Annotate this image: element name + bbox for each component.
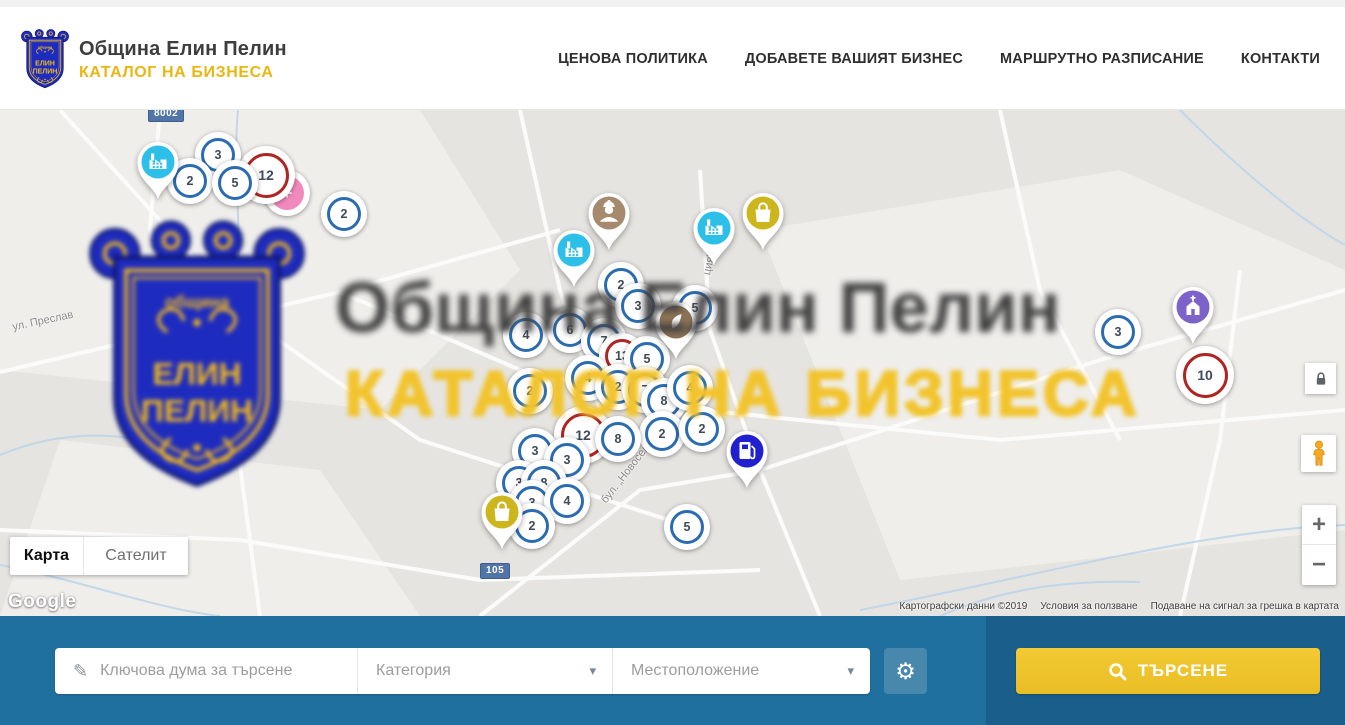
map-attribution: Картографски данни ©2019 Условия за ползв… [886,601,1339,612]
cluster-marker[interactable]: 5 [664,504,710,550]
nav-pricing-policy[interactable]: ЦЕНОВА ПОЛИТИКА [558,51,708,67]
shopping-bag-pin[interactable] [475,488,529,557]
lock-button[interactable] [1305,363,1336,394]
location-dropdown[interactable]: Местоположение ▾ [612,648,870,694]
search-icon [1108,662,1127,681]
pegman-button[interactable] [1301,435,1336,472]
cluster-marker[interactable]: 3 [1095,309,1141,355]
cluster-count: 3 [1101,315,1135,349]
pegman-icon [1309,440,1329,467]
chevron-down-icon: ▾ [589,663,596,679]
map-type-map-button[interactable]: Карта [10,537,84,575]
attribution-item: Картографски данни ©2019 [899,601,1027,612]
cluster-count: 2 [327,197,361,231]
nav-add-business[interactable]: ДОБАВЕТЕ ВАШИЯТ БИЗНЕС [745,51,963,67]
keyword-input[interactable] [100,662,330,680]
cluster-count: 8 [601,422,635,456]
gear-icon: ⚙ [895,658,916,685]
lock-icon [1313,371,1329,387]
road-badge: 105 [480,563,510,579]
pencil-icon: ✎ [73,661,88,682]
cluster-marker[interactable]: 2 [639,411,685,457]
leaf-icon [649,298,703,362]
zoom-out-button[interactable]: − [1302,545,1336,585]
search-fields: ✎ Категория ▾ Местоположение ▾ [55,648,870,694]
category-placeholder: Категория [376,662,451,680]
search-button-label: ТЪРСЕНЕ [1138,661,1228,681]
map-type-control: Карта Сателит [10,537,188,575]
cluster-marker[interactable]: 8 [595,416,641,462]
zoom-in-button[interactable]: + [1302,505,1336,545]
road-badge: 8002 [148,110,184,122]
factory-icon [687,204,741,268]
factory-pin[interactable] [131,138,185,207]
cluster-marker[interactable]: 2 [507,368,553,414]
fuel-pin[interactable] [720,427,774,496]
cluster-count: 10 [1183,353,1228,398]
zoom-control: + − [1302,505,1336,585]
municipality-emblem-icon: община ЕЛИН ПЕЛИН [20,29,70,91]
shopping-bag-pin[interactable] [736,189,790,258]
svg-text:ПЕЛИН: ПЕЛИН [33,69,58,76]
site-subtitle: КАТАЛОГ НА БИЗНЕСА [79,64,287,82]
keyword-field[interactable]: ✎ [55,648,357,694]
cluster-marker[interactable]: 10 [1176,346,1234,404]
fuel-icon [720,427,774,491]
category-dropdown[interactable]: Категория ▾ [357,648,612,694]
church-icon [1166,283,1220,347]
factory-pin[interactable] [547,226,601,295]
shopping-bag-icon [736,189,790,253]
factory-pin[interactable] [687,204,741,273]
cluster-count: 4 [673,371,707,405]
factory-icon [131,138,185,202]
map-canvas[interactable]: община ЕЛИН ПЕЛИН Община Елин Пелин КАТА… [0,110,1345,616]
site-header: община ЕЛИН ПЕЛИН Община Елин Пелин КАТА… [0,7,1345,110]
map-type-satellite-button[interactable]: Сателит [84,537,188,575]
cluster-count: 2 [685,412,719,446]
cluster-count: 5 [218,166,252,200]
advanced-search-button[interactable]: ⚙ [884,648,927,694]
cluster-count: 5 [670,510,704,544]
cluster-count: 2 [513,374,547,408]
chevron-down-icon: ▾ [847,663,854,679]
cluster-marker[interactable]: 2 [321,191,367,237]
attribution-item[interactable]: Условия за ползване [1040,601,1137,612]
factory-icon [547,226,601,290]
cluster-marker[interactable]: 4 [667,365,713,411]
search-bar: ✎ Категория ▾ Местоположение ▾ ⚙ ТЪРСЕНЕ [0,616,1345,725]
cluster-count: 2 [645,417,679,451]
site-title: Община Елин Пелин [79,38,287,61]
attribution-item[interactable]: Подаване на сигнал за грешка в картата [1151,601,1339,612]
site-logo[interactable]: община ЕЛИН ПЕЛИН Община Елин Пелин КАТА… [20,29,287,91]
church-pin[interactable] [1166,283,1220,352]
nav-contacts[interactable]: КОНТАКТИ [1241,51,1320,67]
main-nav: ЦЕНОВА ПОЛИТИКА ДОБАВЕТЕ ВАШИЯТ БИЗНЕС МАР… [558,7,1320,110]
nav-route-schedule[interactable]: МАРШРУТНО РАЗПИСАНИЕ [1000,51,1204,67]
page-top-strip [0,0,1345,7]
google-logo[interactable]: Google [8,591,76,613]
cluster-marker[interactable]: 4 [503,312,549,358]
search-button[interactable]: ТЪРСЕНЕ [1016,648,1320,694]
location-placeholder: Местоположение [631,662,759,680]
cluster-marker[interactable]: 2 [679,406,725,452]
cluster-marker[interactable]: 5 [212,160,258,206]
leaf-pin[interactable] [649,298,703,367]
cluster-count: 4 [550,484,584,518]
cluster-count: 4 [509,318,543,352]
shopping-bag-icon [475,488,529,552]
svg-text:ЕЛИН: ЕЛИН [35,60,55,67]
